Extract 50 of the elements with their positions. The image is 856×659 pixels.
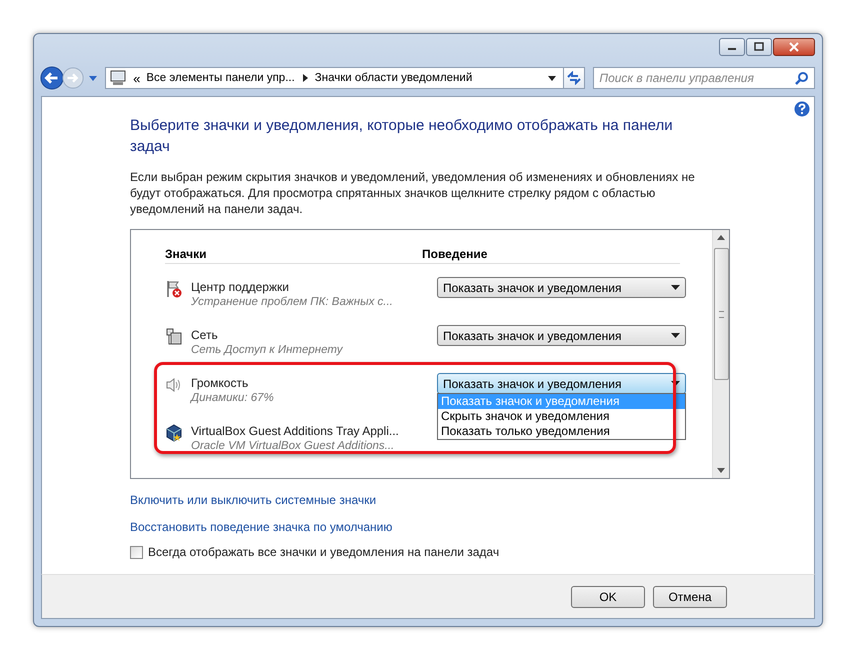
search-field[interactable]: Поиск в панели управления <box>593 67 815 89</box>
item-description: Сеть Доступ к Интернету <box>191 343 344 357</box>
scroll-down-icon[interactable] <box>717 468 725 473</box>
maximize-button[interactable] <box>746 38 772 56</box>
chevron-icon[interactable]: « <box>133 70 140 86</box>
item-description: Устранение проблем ПК: Важных с... <box>191 295 394 309</box>
item-description: Oracle VM VirtualBox Guest Additions... <box>191 439 396 453</box>
behavior-dropdown[interactable]: Показать значок и уведомления <box>437 277 686 298</box>
help-icon[interactable] <box>794 101 810 117</box>
column-header: Значки <box>165 247 208 261</box>
scroll-up-icon[interactable] <box>717 235 725 240</box>
dropdown-option[interactable]: Показать только уведомления <box>438 424 685 439</box>
link[interactable]: Включить или выключить системные значки <box>130 493 376 507</box>
item-name: VirtualBox Guest Additions Tray Appli... <box>191 424 400 439</box>
behavior-dropdown[interactable]: Показать значок и уведомления <box>437 325 686 346</box>
back-button[interactable] <box>40 65 64 91</box>
item-name: Центр поддержки <box>191 280 290 295</box>
link[interactable]: Восстановить поведение значка по умолчанию <box>130 520 392 534</box>
item-name: Сеть <box>191 328 219 343</box>
dropdown-caret-icon <box>671 284 680 290</box>
dropdown-caret-icon <box>671 332 680 338</box>
close-button[interactable] <box>773 38 815 56</box>
dialog-button[interactable]: Отмена <box>653 586 727 608</box>
description-text: Если выбран режим скрытия значков и уведомлений, уведомления об изменениях и обновлениях не будут отображаться. Для просмотра спрятанных значков щелкните стрелку рядом с областью уведомлений на панели задач. <box>130 169 696 217</box>
forward-button[interactable] <box>62 66 84 90</box>
separator-arrow-icon <box>300 73 309 83</box>
maximize-icon <box>753 42 765 52</box>
column-header: Поведение <box>422 247 488 261</box>
page-heading: Выберите значки и уведомления, которые необходимо отображать на панели задач <box>130 116 674 157</box>
cube-icon <box>165 424 183 442</box>
computer-icon <box>109 70 128 86</box>
item-name: Громкость <box>191 376 250 391</box>
network-icon <box>165 328 183 346</box>
speaker-icon <box>165 376 183 394</box>
close-icon <box>788 42 800 52</box>
breadcrumb-item[interactable]: Значки области уведомлений <box>314 72 472 84</box>
flag-icon <box>165 280 183 298</box>
dropdown-option[interactable]: Скрыть значок и уведомления <box>438 409 685 424</box>
scrollbar[interactable] <box>712 230 729 478</box>
search-icon <box>794 71 809 85</box>
item-description: Динамики: 67% <box>191 391 275 405</box>
checkbox-label: Всегда отображать все значки и уведомления на панели задач <box>148 545 500 559</box>
history-caret-icon[interactable] <box>88 74 98 82</box>
minimize-button[interactable] <box>719 38 745 56</box>
dropdown-caret-icon[interactable] <box>547 74 558 82</box>
breadcrumb-item[interactable]: Все элементы панели упр... <box>146 72 295 84</box>
checkbox[interactable] <box>130 546 143 558</box>
address-bar[interactable]: « Все элементы панели упр... Значки области уведомлений <box>105 67 564 89</box>
refresh-button[interactable] <box>563 67 586 89</box>
dialog-button[interactable]: OK <box>571 586 645 608</box>
